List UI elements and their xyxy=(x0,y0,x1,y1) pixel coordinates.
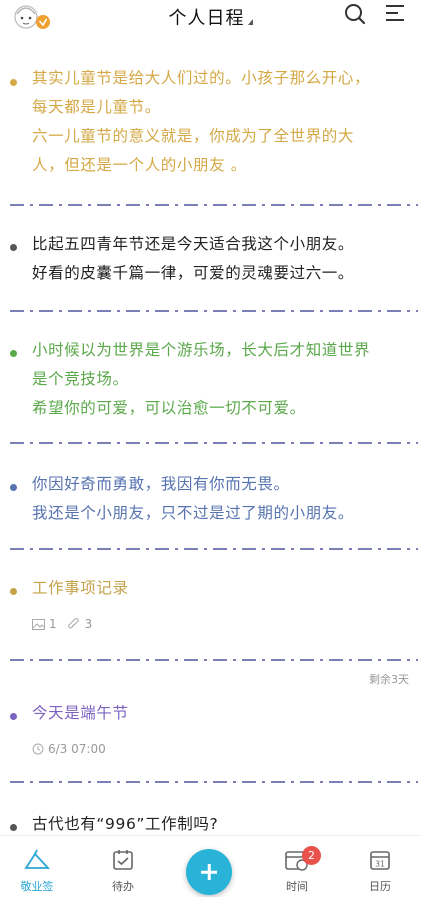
item-line: 人，但还是一个人的小朋友 。 xyxy=(32,156,247,174)
bullet-dot xyxy=(10,244,17,251)
search-icon[interactable] xyxy=(343,2,367,26)
tab-todo[interactable]: 待办 xyxy=(88,836,158,897)
calendar-icon: 31 xyxy=(370,851,390,870)
list-item[interactable]: 你因好奇而勇敢，我因有你而无畏。 我还是个小朋友，只不过是过了期的小朋友。 xyxy=(0,470,421,550)
bullet-dot xyxy=(10,484,17,491)
attachment-icon xyxy=(67,618,79,629)
tab-label: 待办 xyxy=(112,880,134,893)
add-button[interactable] xyxy=(186,849,232,895)
bullet-dot xyxy=(10,713,17,720)
item-line: 比起五四青年节还是今天适合我这个小朋友。 xyxy=(32,235,355,253)
app-header: 个人日程 xyxy=(0,0,421,44)
item-text: 其实儿童节是给大人们过的。小孩子那么开心， 每天都是儿童节。 六一儿童节的意义就… xyxy=(32,64,401,180)
divider xyxy=(10,548,418,550)
item-datetime: 6/3 07:00 xyxy=(48,742,106,756)
menu-icon[interactable] xyxy=(384,2,408,26)
bullet-dot xyxy=(10,588,17,595)
list-item[interactable]: 比起五四青年节还是今天适合我这个小朋友。 好看的皮囊千篇一律，可爱的灵魂要过六一… xyxy=(0,230,421,310)
item-text: 工作事项记录 xyxy=(32,574,401,603)
tab-calendar[interactable]: 31 日历 xyxy=(345,836,415,897)
bullet-dot xyxy=(10,824,17,831)
item-text: 小时候以为世界是个游乐场，长大后才知道世界 是个竞技场。 希望你的可爱，可以治愈… xyxy=(32,336,401,423)
list-item[interactable]: 小时候以为世界是个游乐场，长大后才知道世界 是个竞技场。 希望你的可爱，可以治愈… xyxy=(0,336,421,446)
bullet-dot xyxy=(10,79,17,86)
tab-label: 敬业签 xyxy=(20,880,54,893)
list-item[interactable]: 其实儿童节是给大人们过的。小孩子那么开心， 每天都是儿童节。 六一儿童节的意义就… xyxy=(0,64,421,224)
notification-badge: 2 xyxy=(302,846,321,865)
image-count: 1 xyxy=(49,617,57,631)
list-item[interactable]: 今天是端午节 6/3 07:00 xyxy=(0,699,421,784)
item-line: 希望你的可爱，可以治愈一切不可爱。 xyxy=(32,399,306,417)
bottom-nav: 敬业签 待办 2 时间 31 日历 xyxy=(0,835,421,897)
tab-jingyeqian[interactable]: 敬业签 xyxy=(2,836,72,897)
remaining-days: 剩余3天 xyxy=(369,673,409,686)
item-line: 好看的皮囊千篇一律，可爱的灵魂要过六一。 xyxy=(32,264,355,282)
item-line: 六一儿童节的意义就是，你成为了全世界的大 xyxy=(32,127,355,145)
checklist-icon xyxy=(113,850,133,870)
item-text: 比起五四青年节还是今天适合我这个小朋友。 好看的皮囊千篇一律，可爱的灵魂要过六一… xyxy=(32,230,401,288)
title-dropdown-icon xyxy=(247,19,253,25)
divider xyxy=(10,310,418,312)
item-line: 你因好奇而勇敢，我因有你而无畏。 xyxy=(32,475,290,493)
item-line: 我还是个小朋友，只不过是过了期的小朋友。 xyxy=(32,504,355,522)
divider xyxy=(10,442,418,444)
item-text: 今天是端午节 xyxy=(32,699,401,728)
item-line: 今天是端午节 xyxy=(32,704,129,722)
bullet-dot xyxy=(10,350,17,357)
item-meta: 6/3 07:00 xyxy=(32,742,106,756)
item-line: 是个竞技场。 xyxy=(32,370,129,388)
page-title: 个人日程 xyxy=(168,8,245,29)
attachment-count: 3 xyxy=(84,617,93,631)
list-item[interactable]: 工作事项记录 1 3 xyxy=(0,574,421,659)
note-icon xyxy=(24,849,51,869)
tab-time[interactable]: 2 时间 xyxy=(262,836,332,897)
clock-icon xyxy=(32,743,44,755)
item-line: 小时候以为世界是个游乐场，长大后才知道世界 xyxy=(32,341,371,359)
tab-label: 时间 xyxy=(286,880,308,893)
item-line: 每天都是儿童节。 xyxy=(32,98,161,116)
divider xyxy=(10,781,418,783)
tab-label: 日历 xyxy=(369,880,391,893)
item-line: 工作事项记录 xyxy=(32,579,129,597)
item-meta: 1 3 xyxy=(32,617,92,631)
image-icon xyxy=(32,618,45,630)
calendar-day: 31 xyxy=(375,860,385,869)
divider xyxy=(10,204,418,206)
item-line: 其实儿童节是给大人们过的。小孩子那么开心， xyxy=(32,69,371,87)
item-text: 你因好奇而勇敢，我因有你而无畏。 我还是个小朋友，只不过是过了期的小朋友。 xyxy=(32,470,401,528)
divider xyxy=(10,659,418,661)
